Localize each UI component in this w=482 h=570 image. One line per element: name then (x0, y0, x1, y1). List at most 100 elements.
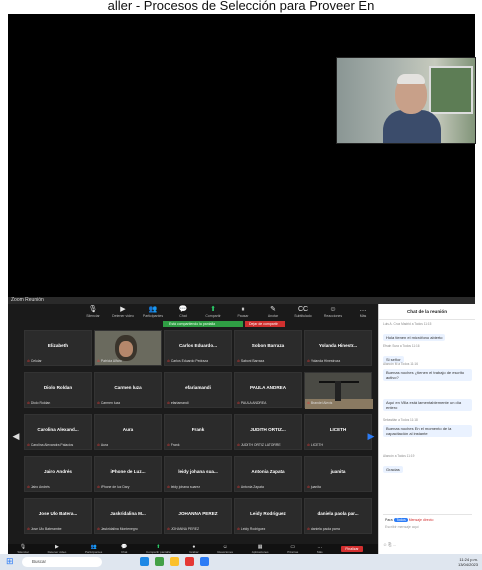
chat-message: Alarcón M a Todos 11:16 Buenas noches ¿ti… (383, 362, 472, 384)
participant-tile[interactable]: Diolo Roldan ⊘Diolo Roldan (24, 372, 92, 408)
taskbar-search-input[interactable]: Buscar (22, 557, 102, 567)
participant-name: PAULA ANDREA (249, 385, 287, 390)
participant-label-text: juanita (310, 485, 321, 489)
participant-label: ⊘Patricia Alfaro (97, 359, 159, 363)
muted-mic-icon: ⊘ (307, 401, 310, 405)
end-meeting-button[interactable]: Finalizar (341, 546, 363, 552)
toolbar-button-label: Detener video (112, 314, 134, 318)
toolbar-button-label: Subtitulado (294, 314, 312, 318)
muted-mic-icon: ⊘ (27, 443, 30, 447)
participant-tile[interactable]: LICETH ⊘LICETH (304, 414, 372, 450)
participant-tile[interactable]: Carlos Eduardo... ⊘Carlos Eduardo Pedraza (164, 330, 232, 366)
bottom-toolbar-label: Reacciones (217, 549, 233, 554)
chat-message-text: Hola tienen el micrófono abierto (383, 334, 446, 341)
participant-tile[interactable]: juanita ⊘juanita (304, 456, 372, 492)
chat-format-icons[interactable]: ☺ ⎘ … (383, 542, 397, 547)
windows-taskbar: ⊞ Buscar 11:24 p.m. 13/04/2023 (0, 554, 482, 570)
participant-tile[interactable]: JOHANNA PEREZ ⊘JOHANNA PEREZ (164, 498, 232, 534)
participant-label-text: Yolanda Hinestroza (310, 359, 341, 363)
chat-to-value[interactable]: Todos (394, 518, 408, 522)
toolbar-button[interactable]: ⬆ Compartir (200, 306, 226, 318)
participant-tile[interactable]: Frank ⊘Frank (164, 414, 232, 450)
toolbar-button[interactable]: ☺ Reacciones (320, 306, 346, 318)
next-page-arrow-icon[interactable]: ▶ (367, 427, 375, 445)
participant-tile[interactable]: efariamandi ⊘efariamandi (164, 372, 232, 408)
participant-label: ⊘Antonia Zapata (237, 485, 299, 489)
toolbar-button[interactable]: ⏸ Pausar (230, 306, 256, 318)
taskbar-app-icon[interactable] (140, 557, 149, 566)
participant-tile[interactable]: Sobon Barraza ⊘Saboni Barraza (234, 330, 302, 366)
chat-message-meta: Luis A. Cruz Madrid a Todos 11:15 (383, 322, 432, 326)
participant-tile[interactable]: Jairo Andrés ⊘Jairo Andrés (24, 456, 92, 492)
participant-tile[interactable]: Leidy Rodriguez ⊘Leidy Rodriguez (234, 498, 302, 534)
bottom-toolbar-button[interactable]: … Más (317, 544, 323, 554)
bottom-toolbar-button[interactable]: 💬 Chat (121, 544, 127, 554)
windows-start-icon[interactable]: ⊞ (6, 557, 15, 566)
participant-tile[interactable]: Carolina Alexand... ⊘Carolina Alexandra P… (24, 414, 92, 450)
bottom-toolbar-button[interactable]: 👥 Participantes (85, 544, 102, 554)
participant-video-post (335, 381, 341, 401)
taskbar-app-icon[interactable] (170, 557, 179, 566)
toolbar-button-label: Anotar (267, 314, 279, 318)
participant-label-text: Celular (30, 359, 42, 363)
toolbar-button-label: Chat (179, 314, 187, 318)
participant-label: ⊘Leidy Rodriguez (237, 527, 299, 531)
participant-tile[interactable]: iPhone de Luz... ⊘iPhone de luz Dary (94, 456, 162, 492)
participant-tile[interactable]: ⊘Brandel Alexis (304, 372, 373, 409)
participant-tile[interactable]: Antonia Zapata ⊘Antonia Zapata (234, 456, 302, 492)
muted-mic-icon: ⊘ (307, 443, 310, 447)
muted-mic-icon: ⊘ (167, 485, 170, 489)
chat-recipient[interactable]: Para: Todos Mensaje directo (385, 518, 433, 523)
prev-page-arrow-icon[interactable]: ◀ (12, 427, 20, 445)
zoom-window: Zoom Reunión 🎙 Silenciar ▶ Detener video 👥 Pa… (8, 297, 475, 554)
taskbar-app-icon[interactable] (200, 557, 209, 566)
shared-screen-area (8, 14, 476, 297)
participant-tile[interactable]: Jaskridalina M... ⊘Jaskridalina Montenegr… (94, 498, 162, 534)
participant-tile[interactable]: Elizabeth ⊘Celular (24, 330, 92, 366)
participant-label: ⊘iPhone de luz Dary (97, 485, 159, 489)
bottom-toolbar-button[interactable]: 🎙 Silenciar (17, 544, 29, 554)
stop-sharing-button[interactable]: Dejar de compartir (245, 321, 285, 327)
bottom-toolbar-button[interactable]: ⬆ Compartir pantalla (146, 544, 171, 554)
participant-tile[interactable]: JUDITH ORTIZ... ⊘JUDITH ORTIZ LATORRE (234, 414, 302, 450)
participant-face (119, 341, 133, 357)
participant-tile[interactable]: Yolanda Hinestr... ⊘Yolanda Hinestroza (304, 330, 372, 366)
participant-tile[interactable]: Carmen luza ⊘Carmen luza (94, 372, 162, 408)
pause-icon: ⏸ (241, 306, 245, 313)
taskbar-app-icon[interactable] (155, 557, 164, 566)
participant-label: ⊘JOHANNA PEREZ (167, 527, 229, 531)
participant-tile[interactable]: ⊘Patricia Alfaro (94, 330, 162, 366)
taskbar-app-icon[interactable] (185, 557, 194, 566)
toolbar-button[interactable]: CC Subtitulado (290, 306, 316, 318)
bottom-toolbar-button[interactable]: ▶ Detener video (48, 544, 67, 554)
toolbar-button[interactable]: ✎ Anotar (260, 306, 286, 318)
bottom-toolbar-button[interactable]: ▭ Pizarras (287, 544, 299, 554)
toolbar-button[interactable]: 💬 Chat (170, 306, 196, 318)
participant-label-text: Carlos Eduardo Pedraza (170, 359, 208, 363)
bottom-toolbar-button[interactable]: ● Grabar (189, 544, 198, 554)
system-tray-clock[interactable]: 11:24 p.m. 13/04/2023 (458, 557, 478, 567)
participant-label: ⊘leidy johana suarez (167, 485, 229, 489)
chat-input[interactable]: Escribir mensaje aquí (385, 525, 419, 530)
bottom-toolbar-button[interactable]: ☺ Reacciones (217, 544, 233, 554)
participant-tile[interactable]: PAULA ANDREA ⊘PAULA ANDREA (234, 372, 302, 408)
toolbar-button[interactable]: ▶ Detener video (110, 306, 136, 318)
bottom-toolbar-label: Compartir pantalla (146, 549, 171, 554)
toolbar-button[interactable]: 👥 Participantes (140, 306, 166, 318)
chat-message-text: Aquí en Villa está lamentablemente un dí… (383, 399, 472, 411)
chat-icon: 💬 (178, 306, 188, 313)
toolbar-button[interactable]: 🎙 Silenciar (80, 306, 106, 318)
participant-label: ⊘Diolo Roldan (27, 401, 89, 405)
participant-tile[interactable]: daniela paola par... ⊘daniela paola parra (304, 498, 372, 534)
participant-tile[interactable]: Aura ⊘Aura (94, 414, 162, 450)
participant-name: JOHANNA PEREZ (178, 511, 218, 516)
bottom-toolbar-label: Pizarras (287, 549, 299, 554)
participant-label: ⊘Carmen luza (97, 401, 159, 405)
speaker-video-tile[interactable] (336, 57, 476, 144)
participant-tile[interactable]: Jose Ulo Batera... ⊘Jose Ulo Baterambe (24, 498, 92, 534)
toolbar-button[interactable]: … Más (350, 306, 376, 318)
participant-label-text: Carolina Alexandra Palacios (30, 443, 74, 447)
bottom-toolbar-button[interactable]: ▦ Aplicaciones (252, 544, 269, 554)
participant-tile[interactable]: leidy johana sua... ⊘leidy johana suarez (164, 456, 232, 492)
chat-panel: Chat de la reunión Luis A. Cruz Madrid a… (378, 304, 475, 554)
